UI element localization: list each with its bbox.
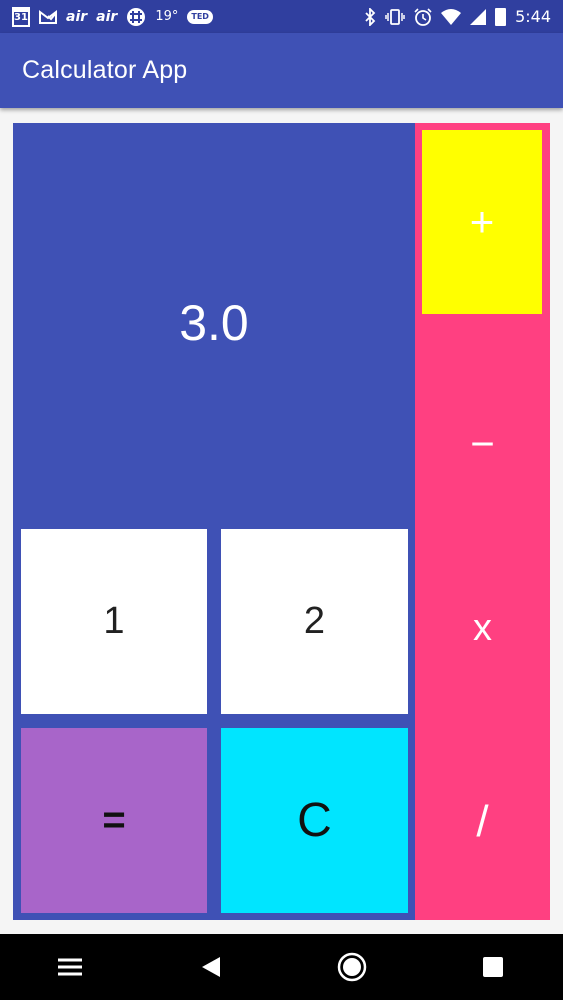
menu-icon[interactable] (46, 943, 94, 991)
calculator-panel: 3.0 1 2 = C + − x / (13, 123, 550, 920)
operator-column: + − x / (415, 123, 550, 920)
plus-button[interactable]: + (422, 130, 542, 314)
multiply-button[interactable]: x (415, 536, 550, 721)
status-right: 5:44 (364, 6, 551, 26)
alarm-icon (414, 7, 432, 26)
status-left: 31 air air 19° TED (12, 6, 213, 27)
navigation-bar (0, 934, 563, 1000)
equals-button[interactable]: = (21, 728, 207, 913)
mail-check-icon (39, 9, 57, 25)
slack-icon (126, 7, 146, 27)
air-icon: air (66, 8, 88, 25)
bluetooth-icon (364, 7, 376, 26)
signal-icon (470, 8, 487, 25)
clear-button[interactable]: C (221, 728, 408, 913)
status-bar: 31 air air 19° TED 5:44 (0, 0, 563, 33)
back-icon[interactable] (187, 943, 235, 991)
app-title: Calculator App (22, 56, 188, 84)
battery-icon (495, 7, 507, 26)
temperature-text: 19° (155, 9, 179, 24)
wifi-icon (441, 8, 462, 25)
result-display: 3.0 (179, 295, 249, 351)
digit-1-button[interactable]: 1 (21, 529, 207, 714)
divide-button[interactable]: / (415, 729, 550, 914)
app-bar: Calculator App (0, 33, 563, 108)
calendar-icon: 31 (12, 6, 30, 27)
digit-2-button[interactable]: 2 (221, 529, 408, 714)
clock-time: 5:44 (515, 6, 551, 26)
recents-icon[interactable] (469, 943, 517, 991)
ted-icon: TED (187, 9, 213, 24)
minus-button[interactable]: − (415, 351, 550, 536)
vibrate-icon (385, 8, 405, 26)
home-icon[interactable] (328, 943, 376, 991)
air-icon: air (96, 8, 118, 25)
